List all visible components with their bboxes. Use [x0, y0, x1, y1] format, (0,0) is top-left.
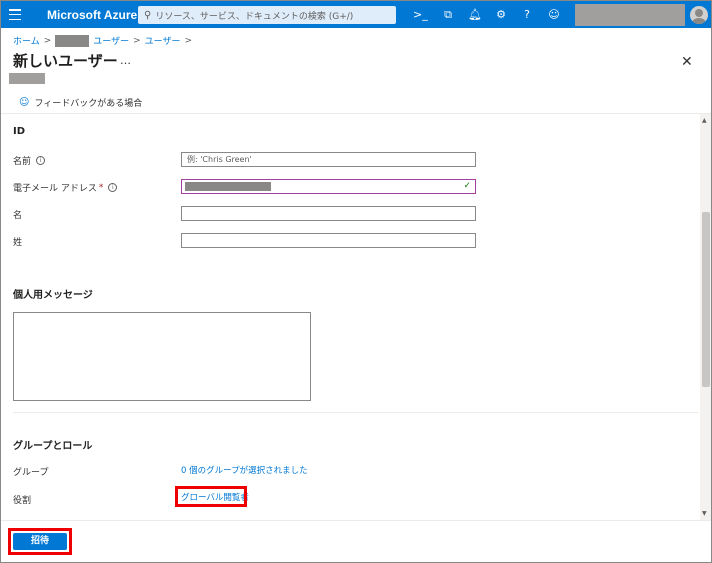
top-navigation-bar: Microsoft Azure ⚲ リソース、サービス、ドキュメントの検索 (G… [1, 1, 711, 28]
cloud-shell-icon[interactable]: >_ [413, 8, 428, 22]
email-value-redacted [185, 182, 271, 191]
close-icon[interactable]: ✕ [681, 54, 693, 70]
form-content: ID 名前 i 例: 'Chris Green' 電子メール アドレス * i … [1, 114, 711, 520]
account-info-redacted[interactable] [575, 4, 685, 26]
menu-icon[interactable] [9, 9, 21, 20]
group-selection-link[interactable]: 0 個のグループが選択されました [181, 464, 308, 476]
help-icon[interactable]: ? [520, 8, 534, 22]
personal-message-textarea[interactable] [13, 312, 311, 401]
feedback-label: フィードバックがある場合 [34, 99, 143, 109]
role-label: 役割 [13, 496, 32, 506]
last-name-field[interactable] [181, 233, 476, 248]
chevron-right-icon: > [184, 35, 193, 46]
scroll-up-icon[interactable]: ▲ [702, 117, 707, 124]
name-label-text: 名前 [13, 157, 32, 167]
settings-icon[interactable]: ⚙ [494, 8, 508, 22]
breadcrumb-tenant-redacted[interactable] [55, 34, 90, 47]
breadcrumb-users[interactable]: ユーザー [93, 34, 129, 47]
breadcrumb-users-2[interactable]: ユーザー [145, 34, 181, 47]
invite-button[interactable]: 招待 [13, 533, 67, 550]
name-placeholder: 例: 'Chris Green' [187, 155, 252, 164]
chevron-right-icon: > [133, 35, 141, 46]
directory-filter-icon[interactable]: ⧉ [441, 8, 455, 22]
divider [13, 412, 698, 413]
search-input[interactable]: ⚲ リソース、サービス、ドキュメントの検索 (G+/) [138, 6, 396, 24]
notifications-icon[interactable]: 🔔︎ [468, 8, 482, 22]
email-field[interactable]: ✓ [181, 179, 476, 194]
divider [1, 520, 711, 521]
first-name-label: 名 [13, 211, 23, 221]
identity-heading: ID [13, 126, 26, 137]
name-field[interactable]: 例: 'Chris Green' [181, 152, 476, 167]
search-icon: ⚲ [144, 9, 152, 21]
personal-message-heading: 個人用メッセージ [13, 290, 93, 301]
breadcrumb: ホーム > ユーザー > ユーザー > [13, 34, 196, 47]
search-placeholder: リソース、サービス、ドキュメントの検索 (G+/) [155, 11, 354, 22]
email-label-text: 電子メール アドレス [13, 184, 97, 194]
required-mark: * [98, 182, 104, 193]
subtitle-redacted [9, 73, 45, 84]
feedback-person-icon: ☺ [19, 97, 30, 108]
feedback-icon[interactable]: ☺ [547, 8, 561, 22]
info-icon[interactable]: i [36, 156, 46, 165]
scrollbar-thumb[interactable] [702, 212, 710, 387]
first-name-field[interactable] [181, 206, 476, 221]
page-title: 新しいユーザー [13, 52, 118, 70]
name-label: 名前 i [13, 154, 46, 167]
role-highlight-box [175, 486, 247, 507]
avatar[interactable] [690, 6, 708, 24]
groups-roles-heading: グループとロール [13, 441, 93, 452]
chevron-right-icon: > [43, 35, 52, 46]
last-name-label: 姓 [13, 238, 23, 248]
checkmark-icon: ✓ [463, 181, 471, 191]
scroll-down-icon[interactable]: ▼ [702, 510, 707, 517]
more-options-icon[interactable]: … [120, 54, 131, 67]
breadcrumb-home[interactable]: ホーム [13, 34, 40, 47]
info-icon[interactable]: i [108, 183, 118, 192]
group-label: グループ [13, 468, 49, 478]
feedback-button[interactable]: ☺ フィードバックがある場合 [19, 96, 142, 109]
email-label: 電子メール アドレス * i [13, 181, 118, 194]
brand-title[interactable]: Microsoft Azure [47, 8, 137, 22]
